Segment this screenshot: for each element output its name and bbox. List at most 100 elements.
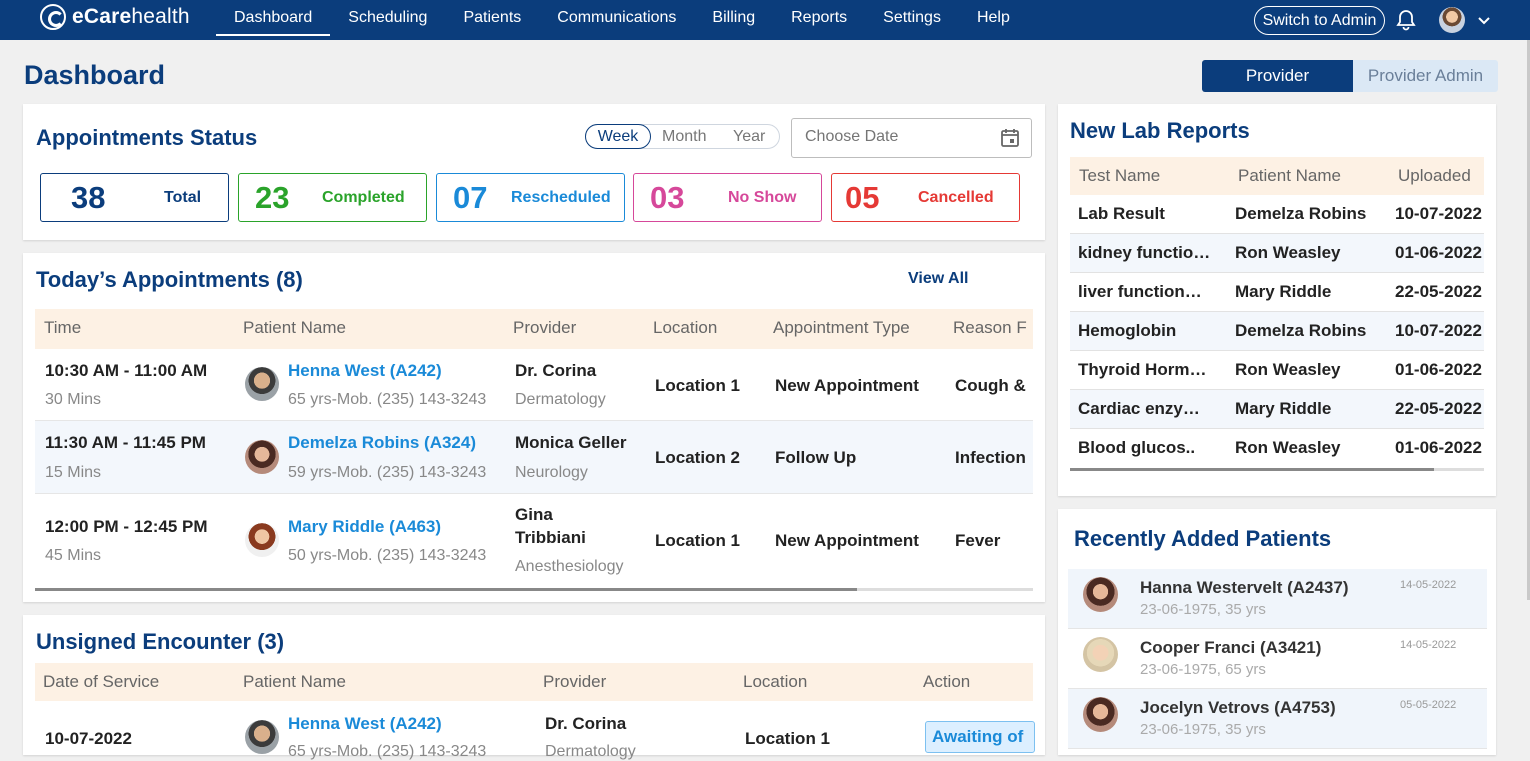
period-toggle: Week Month Year bbox=[585, 124, 780, 149]
switch-to-admin-button[interactable]: Switch to Admin bbox=[1254, 6, 1385, 35]
encounter-location: Location 1 bbox=[745, 729, 831, 748]
patient-info: 65 yrs-Mob. (235) 143-3243 bbox=[288, 743, 487, 760]
lab-patient: Demelza Robins bbox=[1235, 321, 1367, 340]
lab-row[interactable]: Cardiac enzy… Mary Riddle 22-05-2022 bbox=[1070, 390, 1484, 429]
table-row[interactable] bbox=[35, 421, 1033, 494]
col-patient-name[interactable]: Patient Name bbox=[1238, 157, 1341, 194]
nav-help[interactable]: Help bbox=[959, 0, 1028, 40]
stat-rescheduled[interactable]: 07 Rescheduled bbox=[436, 173, 625, 222]
lab-hscroll-thumb[interactable] bbox=[1070, 468, 1434, 471]
nav-dashboard[interactable]: Dashboard bbox=[216, 0, 331, 40]
lab-row[interactable]: Lab Result Demelza Robins 10-07-2022 bbox=[1070, 195, 1484, 234]
col-reason[interactable]: Reason F bbox=[953, 309, 1027, 347]
lab-test: Blood glucos.. bbox=[1078, 438, 1196, 457]
patient-link[interactable]: Henna West (A242) bbox=[288, 714, 442, 734]
lab-date: 10-07-2022 bbox=[1395, 204, 1482, 223]
date-picker[interactable] bbox=[791, 118, 1032, 158]
stat-rescheduled-label: Rescheduled bbox=[511, 189, 611, 206]
stat-total[interactable]: 38 Total bbox=[40, 173, 229, 222]
nav-scheduling[interactable]: Scheduling bbox=[330, 0, 445, 40]
appt-time: 11:30 AM - 11:45 PM bbox=[45, 433, 206, 452]
patient-avatar bbox=[245, 367, 279, 401]
stat-total-count: 38 bbox=[71, 180, 106, 215]
appt-duration: 30 Mins bbox=[45, 391, 102, 408]
logo-icon bbox=[40, 4, 66, 30]
lab-row[interactable]: kidney functio… Ron Weasley 01-06-2022 bbox=[1070, 234, 1484, 273]
view-all-link[interactable]: View All bbox=[908, 270, 968, 288]
period-year[interactable]: Year bbox=[733, 125, 765, 148]
calendar-icon[interactable] bbox=[1000, 128, 1020, 148]
nav-patients[interactable]: Patients bbox=[445, 0, 539, 40]
brand-logo[interactable]: eCarehealth bbox=[40, 4, 190, 30]
col-patient-name[interactable]: Patient Name bbox=[243, 309, 346, 347]
patient-info: 50 yrs-Mob. (235) 143-3243 bbox=[288, 547, 487, 564]
top-navbar: eCarehealth Dashboard Scheduling Patient… bbox=[0, 0, 1530, 40]
nav-settings[interactable]: Settings bbox=[865, 0, 959, 40]
period-month[interactable]: Month bbox=[662, 125, 706, 148]
brand-name: eCare bbox=[72, 5, 132, 28]
todays-appointments-title: Today’s Appointments (8) bbox=[36, 267, 303, 292]
col-action[interactable]: Action bbox=[923, 663, 970, 700]
awaiting-status-badge[interactable]: Awaiting of bbox=[925, 721, 1035, 753]
col-location[interactable]: Location bbox=[653, 309, 717, 347]
col-patient-name[interactable]: Patient Name bbox=[243, 663, 346, 700]
col-date-of-service[interactable]: Date of Service bbox=[43, 663, 159, 700]
nav-billing[interactable]: Billing bbox=[694, 0, 773, 40]
appt-type: New Appointment bbox=[775, 531, 919, 550]
stat-no-show[interactable]: 03 No Show bbox=[633, 173, 822, 222]
stat-total-label: Total bbox=[164, 189, 202, 206]
col-location[interactable]: Location bbox=[743, 663, 807, 700]
recent-patient-name: Jocelyn Vetrovs (A4753) bbox=[1140, 698, 1336, 717]
user-avatar[interactable] bbox=[1439, 7, 1465, 33]
patient-avatar bbox=[1083, 697, 1118, 732]
lab-row[interactable]: liver function… Mary Riddle 22-05-2022 bbox=[1070, 273, 1484, 312]
lab-row[interactable]: Blood glucos.. Ron Weasley 01-06-2022 bbox=[1070, 429, 1484, 468]
period-week[interactable]: Week bbox=[585, 124, 651, 149]
col-uploaded[interactable]: Uploaded bbox=[1398, 157, 1471, 194]
patient-link[interactable]: Mary Riddle (A463) bbox=[288, 517, 441, 537]
patient-avatar bbox=[1083, 637, 1118, 672]
lab-row[interactable]: Hemoglobin Demelza Robins 10-07-2022 bbox=[1070, 312, 1484, 351]
nav-reports[interactable]: Reports bbox=[773, 0, 865, 40]
patient-link[interactable]: Henna West (A242) bbox=[288, 361, 442, 381]
recent-patient-row[interactable]: Jocelyn Vetrovs (A4753) 23-06-1975, 35 y… bbox=[1068, 689, 1487, 749]
role-provider-button[interactable]: Provider bbox=[1202, 60, 1353, 92]
todays-table-header: Time Patient Name Provider Location Appo… bbox=[35, 309, 1033, 349]
stat-completed[interactable]: 23 Completed bbox=[238, 173, 427, 222]
stat-cancelled-count: 05 bbox=[845, 180, 880, 215]
provider-dept: Anesthesiology bbox=[515, 558, 624, 575]
col-appointment-type[interactable]: Appointment Type bbox=[773, 309, 910, 347]
chevron-down-icon[interactable] bbox=[1476, 12, 1492, 28]
patient-link[interactable]: Demelza Robins (A324) bbox=[288, 433, 476, 453]
stat-cancelled[interactable]: 05 Cancelled bbox=[831, 173, 1020, 222]
appt-time: 12:00 PM - 12:45 PM bbox=[45, 517, 208, 536]
patient-info: 59 yrs-Mob. (235) 143-3243 bbox=[288, 464, 487, 481]
recent-patient-row[interactable]: Cooper Franci (A3421) 23-06-1975, 65 yrs… bbox=[1068, 629, 1487, 689]
stat-completed-count: 23 bbox=[255, 180, 290, 215]
lab-row[interactable]: Thyroid Horm… Ron Weasley 01-06-2022 bbox=[1070, 351, 1484, 390]
lab-patient: Demelza Robins bbox=[1235, 204, 1367, 223]
provider-name-line2: Tribbiani bbox=[515, 528, 586, 547]
lab-test: liver function… bbox=[1078, 282, 1202, 301]
col-time[interactable]: Time bbox=[44, 309, 81, 347]
todays-hscroll-thumb[interactable] bbox=[35, 588, 857, 591]
nav-communications[interactable]: Communications bbox=[539, 0, 694, 40]
bell-icon[interactable] bbox=[1396, 9, 1416, 31]
lab-table-header: Test Name Patient Name Uploaded bbox=[1070, 157, 1484, 195]
col-test-name[interactable]: Test Name bbox=[1079, 157, 1160, 194]
role-provider-admin-button[interactable]: Provider Admin bbox=[1353, 60, 1498, 92]
col-provider[interactable]: Provider bbox=[513, 309, 576, 347]
appt-reason: Cough & bbox=[955, 376, 1026, 395]
appt-duration: 45 Mins bbox=[45, 547, 102, 564]
stat-no-show-count: 03 bbox=[650, 180, 685, 215]
page-title: Dashboard bbox=[24, 60, 166, 90]
appt-location: Location 1 bbox=[655, 531, 741, 550]
col-provider[interactable]: Provider bbox=[543, 663, 606, 700]
unsigned-table-header: Date of Service Patient Name Provider Lo… bbox=[35, 663, 1033, 701]
recent-patient-row[interactable]: Hanna Westervelt (A2437) 23-06-1975, 35 … bbox=[1068, 569, 1487, 629]
lab-patient: Mary Riddle bbox=[1235, 282, 1332, 301]
lab-date: 22-05-2022 bbox=[1395, 399, 1482, 418]
choose-date-input[interactable] bbox=[805, 128, 985, 146]
appt-duration: 15 Mins bbox=[45, 464, 102, 481]
provider-dept: Dermatology bbox=[545, 743, 636, 760]
